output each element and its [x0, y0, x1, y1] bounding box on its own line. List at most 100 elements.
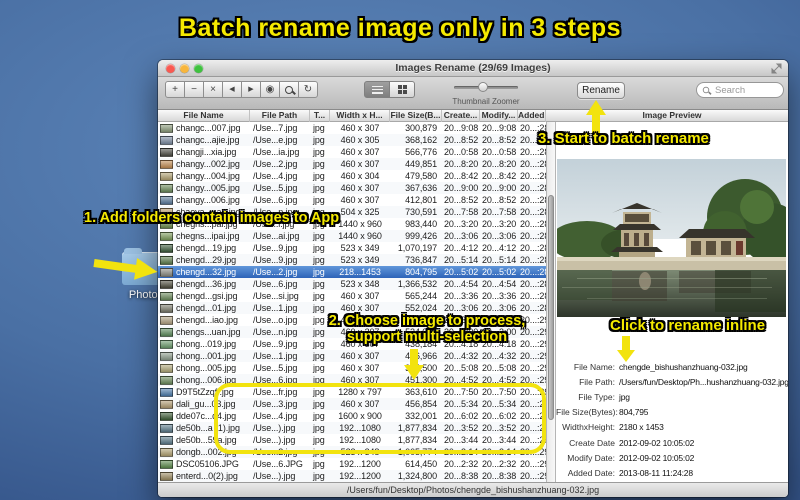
table-row[interactable]: enterd...0(2).jpg/Use...).jpg jpg 192...12… — [158, 470, 546, 482]
table-row[interactable]: changy...006.jpg/Use...6.jpg jpg 460 x 307… — [158, 194, 546, 206]
step2-line2: support multi-selection — [346, 329, 508, 345]
file-path-cell: /Use...n.jpg — [253, 327, 298, 337]
added-date-cell: 20...:28 — [520, 267, 546, 277]
create-date-cell: 20...5:02 — [444, 267, 479, 277]
file-thumbnail-icon — [160, 459, 173, 469]
file-path-cell: /Use...fr.jpg — [253, 387, 298, 397]
slider-knob[interactable] — [478, 82, 488, 92]
added-date-cell: 20...:29 — [520, 387, 546, 397]
file-type-cell: jpg — [313, 267, 325, 277]
create-date-cell: 20...2:14 — [444, 447, 479, 457]
table-row[interactable]: changc...007.jpg/Use...7.jpg jpg 460 x 307… — [158, 122, 546, 134]
file-size-cell: 566,776 — [405, 147, 437, 157]
field-label: File Type: — [578, 392, 615, 402]
added-date-cell: 20...:28 — [520, 183, 546, 193]
remove-button[interactable]: − — [184, 81, 204, 98]
view-button[interactable]: ◉ — [260, 81, 280, 98]
column-header[interactable]: File Name — [158, 110, 250, 122]
file-path-cell: /Use...2.jpg — [253, 447, 298, 457]
table-row[interactable]: DSC05106.JPG/Use...6.JPG jpg 192...1200 614… — [158, 458, 546, 470]
column-header[interactable]: File Size(B... — [390, 110, 442, 122]
modify-date-cell: 20...4:54 — [482, 279, 517, 289]
add-button[interactable]: + — [165, 81, 185, 98]
column-header[interactable]: T... — [310, 110, 330, 122]
field-value: 804,795 — [619, 407, 649, 417]
column-header[interactable]: Create... — [442, 110, 480, 122]
field-value[interactable]: chengde_bishushanzhuang-032.jpg — [615, 361, 748, 373]
table-row[interactable]: chong...001.jpg/Use...1.jpg jpg 460 x 307 4… — [158, 350, 546, 362]
modify-date-cell: 20...3:06 — [482, 231, 517, 241]
fullscreen-icon[interactable] — [771, 63, 782, 74]
prev-button[interactable]: ◀ — [222, 81, 242, 98]
dimensions-cell: 1280 x 797 — [338, 387, 382, 397]
table-row[interactable]: chengd...32.jpg/Use...2.jpg jpg 218...1453… — [158, 266, 546, 278]
create-date-cell: 20...4:54 — [444, 279, 479, 289]
image-preview-panel: File Name: chengde_bishushanzhuang-032.jp… — [556, 122, 788, 482]
file-name-cell: changy...002.jpg — [176, 159, 240, 169]
table-row[interactable]: changy...002.jpg/Use...2.jpg jpg 460 x 307… — [158, 158, 546, 170]
search-field[interactable] — [696, 82, 784, 98]
dimensions-cell: 523 x 348 — [340, 279, 380, 289]
table-row[interactable]: chegns...ipai.jpg/Use...ai.jpg jpg 1440 x … — [158, 230, 546, 242]
file-thumbnail-icon — [160, 447, 173, 457]
modify-date-cell: 20...8:38 — [482, 471, 517, 481]
table-row[interactable]: de50b...59a.jpg/Use...).jpg jpg 192...1080… — [158, 434, 546, 446]
list-view-button[interactable] — [364, 81, 390, 98]
file-table: changc...007.jpg/Use...7.jpg jpg 460 x 307… — [158, 122, 546, 482]
modify-date-cell: 20...7:50 — [482, 387, 517, 397]
table-row[interactable]: changji...xia.jpg/Use...ia.jpg jpg 460 x 3… — [158, 146, 546, 158]
field-label: Added Date: — [567, 468, 615, 478]
thumbnail-zoomer-slider[interactable] — [454, 82, 518, 92]
search-input[interactable] — [713, 83, 777, 97]
rename-button[interactable]: Rename — [577, 82, 625, 99]
scrollbar-thumb[interactable] — [548, 195, 554, 420]
table-row[interactable]: chengd...29.jpg/Use...9.jpg jpg 523 x 349 7… — [158, 254, 546, 266]
added-date-cell: 20...:29 — [520, 363, 546, 373]
file-size-cell: 565,244 — [405, 291, 437, 301]
refresh-button[interactable]: ↻ — [298, 81, 318, 98]
view-icon: ◉ — [265, 84, 275, 95]
table-row[interactable]: changc...ajie.jpg/Use...e.jpg jpg 460 x 30… — [158, 134, 546, 146]
table-row[interactable]: chong...006.jpg/Use...6.jpg jpg 460 x 307 4… — [158, 374, 546, 386]
delete-icon: × — [210, 84, 216, 95]
file-path-cell: /Use...1.jpg — [253, 351, 298, 361]
column-header[interactable]: File Path — [250, 110, 310, 122]
table-row[interactable]: D9T5tZzqfr.jpg/Use...fr.jpg jpg 1280 x 797… — [158, 386, 546, 398]
column-header[interactable]: Modify... — [480, 110, 518, 122]
added-date-cell: 20...:28 — [520, 171, 546, 181]
table-row[interactable]: chengd...19.jpg/Use...9.jpg jpg 523 x 349 1… — [158, 242, 546, 254]
table-row[interactable]: chengd...gsi.jpg/Use...si.jpg jpg 460 x 30… — [158, 290, 546, 302]
file-name-cell: chengd...29.jpg — [176, 255, 237, 265]
table-row[interactable]: dali_gu...03.jpg/Use...3.jpg jpg 460 x 307… — [158, 398, 546, 410]
vertical-scrollbar[interactable] — [546, 122, 556, 482]
delete-button[interactable]: × — [203, 81, 223, 98]
table-row[interactable]: chong...005.jpg/Use...5.jpg jpg 460 x 307 3… — [158, 362, 546, 374]
toolbar-button-group: + − × ◀ ▶ ◉ ↻ — [165, 81, 318, 98]
search-icon — [702, 86, 710, 94]
table-row[interactable]: dde07c...d4.jpg/Use...4.jpg jpg 1600 x 900… — [158, 410, 546, 422]
file-name-cell: enterd...0(2).jpg — [176, 471, 238, 481]
table-row[interactable]: de50b...a (1).jpg/Use...).jpg jpg 192...10… — [158, 422, 546, 434]
modify-date-cell: 20...9:00 — [482, 183, 517, 193]
step3-annotation: 3. Start to batch rename — [538, 130, 709, 147]
next-button[interactable]: ▶ — [241, 81, 261, 98]
table-row[interactable]: changy...004.jpg/Use...4.jpg jpg 460 x 304… — [158, 170, 546, 182]
dimensions-cell: 460 x 307 — [340, 123, 380, 133]
title-bar[interactable]: Images Rename (29/69 Images) — [158, 60, 788, 77]
column-header[interactable]: Added... — [518, 110, 546, 122]
create-date-cell: 20...7:50 — [444, 387, 479, 397]
file-thumbnail-icon — [160, 291, 173, 301]
grid-view-button[interactable] — [389, 81, 415, 98]
table-row[interactable]: chengd...36.jpg/Use...6.jpg jpg 523 x 348 1… — [158, 278, 546, 290]
create-date-cell: 20...5:14 — [444, 255, 479, 265]
file-type-cell: jpg — [313, 147, 325, 157]
file-type-cell: jpg — [313, 315, 325, 325]
file-path-cell: /Use...9.jpg — [253, 339, 298, 349]
create-date-cell: 20...3:52 — [444, 423, 479, 433]
modify-date-cell: 20...8:42 — [482, 171, 517, 181]
file-type-cell: jpg — [313, 135, 325, 145]
table-row[interactable]: dongb...002.jpg/Use...2.jpg jpg 523 x 348 1… — [158, 446, 546, 458]
table-row[interactable]: changy...005.jpg/Use...5.jpg jpg 460 x 307… — [158, 182, 546, 194]
search-button[interactable] — [279, 81, 299, 98]
column-header[interactable]: Width x H... — [330, 110, 390, 122]
